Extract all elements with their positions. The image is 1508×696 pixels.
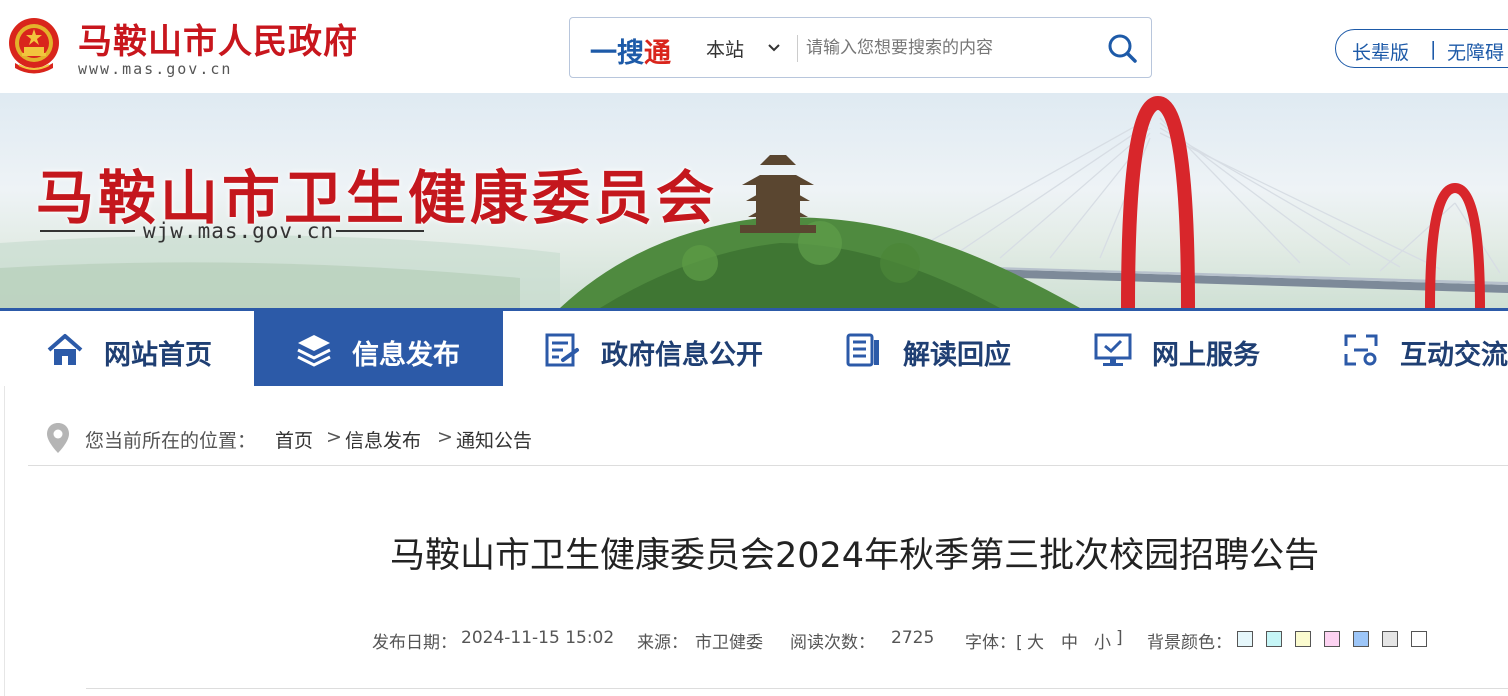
article-divider [86,688,1508,689]
read-count: 2725 [891,628,935,648]
document-icon [545,333,579,367]
layers-icon [297,335,331,367]
breadcrumb-prefix: 您当前所在的位置： [85,430,257,452]
elder-mode-link[interactable]: 长辈版 [1352,38,1409,65]
background-color-label: 背景颜色： [1147,633,1232,653]
background-color-swatch[interactable] [1237,631,1253,647]
main-nav: 网站首页 信息发布 政府信息公开 解读回应 网上服务 互动交流 [0,308,1508,386]
top-bar: 马鞍山市人民政府 www.mas.gov.cn 一搜通 本站 长辈版 | 无障碍 [0,0,1508,93]
source-value: 市卫健委 [695,633,763,653]
nav-label-online-service: 网上服务 [1152,340,1260,371]
search-icon[interactable] [1106,32,1138,64]
background-color-swatch[interactable] [1266,631,1282,647]
breadcrumb-separator: > [326,426,342,448]
search-box: 一搜通 本站 [569,17,1152,78]
banner-url-rule-right [336,230,424,232]
nav-item-gov-info[interactable]: 政府信息公开 [503,311,803,386]
breadcrumb-notices[interactable]: 通知公告 [456,426,532,453]
font-size-label: 字体：[ [965,633,1023,653]
content-left-border [4,386,5,696]
site-title[interactable]: 马鞍山市人民政府 [78,14,358,63]
search-brand-logo: 一搜通 [590,31,671,70]
banner-title: 马鞍山市卫生健康委员会 [36,164,719,232]
nav-item-news[interactable]: 信息发布 [254,311,503,386]
search-scope-select[interactable]: 本站 [706,35,744,62]
breadcrumb-home[interactable]: 首页 [275,426,313,453]
background-color-swatch[interactable] [1382,631,1398,647]
nav-item-online-service[interactable]: 网上服务 [1053,311,1302,386]
publish-date-label: 发布日期： [372,633,457,653]
breadcrumb-separator: > [437,426,453,448]
chevron-down-icon[interactable] [766,40,782,56]
report-icon [846,333,879,367]
background-color-swatch[interactable] [1411,631,1427,647]
background-color-swatch[interactable] [1324,631,1340,647]
banner: 马鞍山市卫生健康委员会 wjw.mas.gov.cn [0,93,1508,308]
national-emblem-icon [9,18,59,74]
read-count-label: 阅读次数： [790,633,875,653]
nav-label-news: 信息发布 [352,340,460,371]
interaction-icon [1344,334,1378,366]
home-icon [47,334,83,365]
nav-item-home[interactable]: 网站首页 [0,311,254,386]
font-size-large-button[interactable]: 大 [1027,628,1044,653]
search-input[interactable] [806,32,1086,64]
background-color-swatch[interactable] [1295,631,1311,647]
font-size-medium-button[interactable]: 中 [1061,628,1078,653]
font-size-small-button[interactable]: 小 [1094,628,1111,653]
nav-label-home: 网站首页 [104,340,212,371]
source-label: 来源： [637,633,688,653]
site-url: www.mas.gov.cn [78,60,233,78]
location-pin-icon [47,423,69,453]
search-brand-part2: 通 [644,38,671,69]
publish-date: 2024-11-15 15:02 [461,628,615,648]
nav-item-interaction[interactable]: 互动交流 [1302,311,1508,386]
nav-label-interpretation: 解读回应 [903,340,1011,371]
nav-label-gov-info: 政府信息公开 [601,340,763,371]
nav-label-interaction: 互动交流 [1400,340,1508,371]
banner-url-rule-left [40,230,135,232]
font-size-bracket: ] [1116,628,1123,648]
search-divider [797,35,798,62]
breadcrumb-news[interactable]: 信息发布 [345,426,421,453]
nav-item-interpretation[interactable]: 解读回应 [803,311,1053,386]
barrier-free-link[interactable]: 无障碍 [1447,38,1504,65]
article-title: 马鞍山市卫生健康委员会2024年秋季第三批次校园招聘公告 [390,536,1320,576]
accessibility-switch: 长辈版 | 无障碍 [1335,29,1508,68]
background-color-swatch[interactable] [1353,631,1369,647]
breadcrumb: 您当前所在的位置： 首页 > 信息发布 > 通知公告 [28,418,1508,466]
banner-url: wjw.mas.gov.cn [143,219,335,243]
monitor-icon [1094,333,1132,366]
search-brand-part1: 一搜 [590,38,644,69]
accessibility-separator: | [1430,38,1437,60]
